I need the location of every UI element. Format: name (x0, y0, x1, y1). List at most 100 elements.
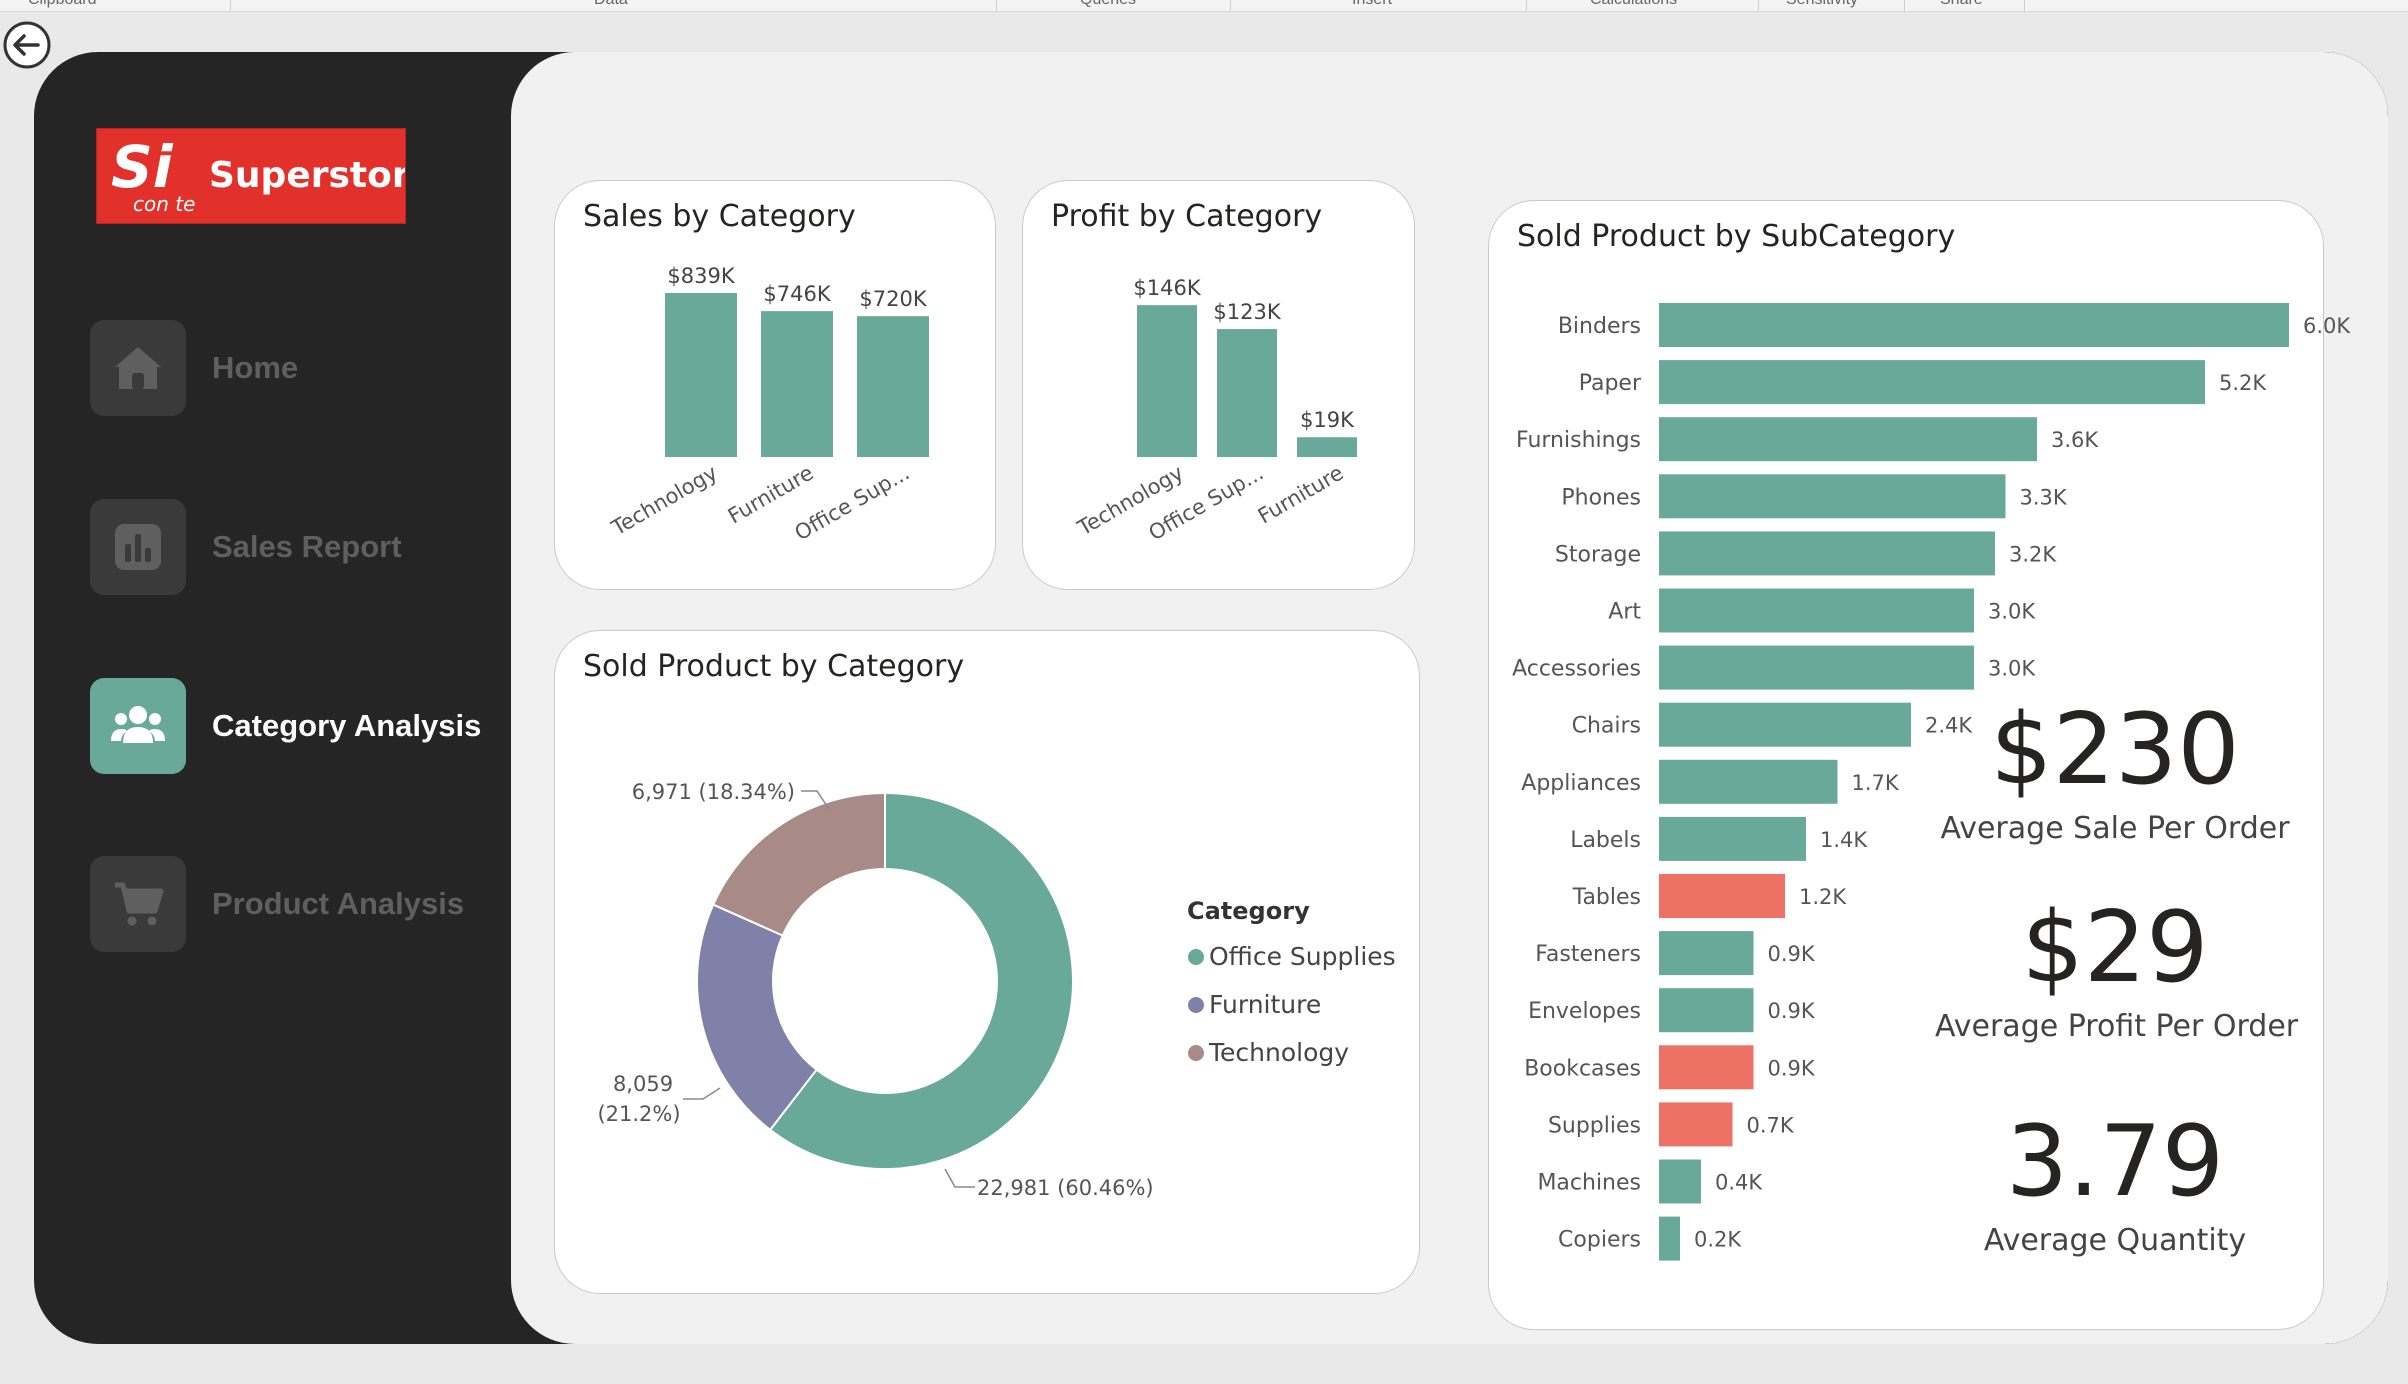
data-label: 0.9K (1768, 942, 1816, 966)
nav-item-product-analysis[interactable]: Product Analysis (90, 856, 464, 952)
category-label: Machines (1537, 1171, 1641, 1196)
legend-marker (1188, 949, 1204, 965)
ribbon-group-calculations[interactable]: Calculations (1590, 0, 1677, 9)
category-label: Accessories (1512, 657, 1641, 682)
sold-product-by-subcategory-card[interactable]: Sold Product by SubCategory Binders 6.0K P… (1488, 200, 2351, 1330)
bar (1297, 437, 1357, 457)
product-analysis-tile[interactable] (90, 856, 186, 952)
superstore-logo: Si con te Superstore (96, 128, 406, 224)
category-label: Paper (1579, 371, 1642, 396)
bar (1659, 759, 1838, 804)
back-arrow-icon[interactable] (2, 20, 52, 70)
category-label: Art (1608, 600, 1641, 625)
home-icon (115, 347, 161, 389)
data-label: 0.2K (1694, 1228, 1742, 1252)
logo-brand-name: Superstore (209, 155, 405, 196)
category-label: Furniture (1254, 461, 1348, 529)
category-label: Technology (607, 461, 722, 541)
nav-label-home: Home (212, 350, 299, 385)
slice-label: (21.2%) (597, 1102, 680, 1126)
kpi-average-sale: $230 Average Sale Per Order (1935, 695, 2295, 846)
legend-marker (1188, 997, 1204, 1013)
bar (1659, 303, 2289, 347)
cart-icon (115, 882, 164, 926)
ribbon-separator (1526, 0, 1527, 11)
data-label: 0.7K (1747, 1113, 1795, 1137)
profit-by-category-card[interactable]: Profit by Category $146K Technology $123K O… (1022, 180, 1415, 590)
report-canvas: Si con te Superstore Home Sales Report (34, 52, 2388, 1344)
category-label: Chairs (1572, 714, 1641, 739)
data-label: $123K (1213, 300, 1281, 324)
bar (1659, 588, 1974, 633)
bar-chart-icon (115, 524, 161, 570)
data-label: $19K (1300, 408, 1355, 432)
sales-by-category-chart: $839KTechnology$746KFurniture$720KOffice… (607, 264, 929, 545)
logo-tagline: con te (133, 192, 195, 216)
legend-item: Office Supplies (1209, 942, 1396, 971)
sales-report-tile[interactable] (90, 499, 186, 595)
bar (1659, 931, 1754, 976)
ribbon-group-insert[interactable]: Insert (1352, 0, 1392, 9)
ribbon-bar: Clipboard Data Queries Insert Calculatio… (0, 0, 2408, 12)
nav-item-category-analysis[interactable]: Category Analysis (90, 678, 481, 774)
category-label: Envelopes (1528, 999, 1641, 1024)
data-label: 0.9K (1768, 1056, 1816, 1080)
slice-label: 8,059 (613, 1072, 673, 1096)
legend-item: Furniture (1209, 990, 1321, 1019)
kpi-value: $230 (1990, 693, 2240, 807)
ribbon-group-sensitivity[interactable]: Sensitivity (1786, 0, 1858, 9)
sales-by-category-card[interactable]: Sales by Category $839K Technology $746K Fu… (554, 180, 996, 590)
data-label: 1.2K (1799, 885, 1847, 909)
data-label: 3.3K (2020, 485, 2068, 509)
nav-label-sales-report: Sales Report (212, 529, 402, 564)
data-label: 0.4K (1715, 1171, 1763, 1195)
kpi-average-quantity: 3.79 Average Quantity (1935, 1107, 2295, 1258)
ribbon-group-queries[interactable]: Queries (1080, 0, 1136, 9)
kpi-label: Average Quantity (1983, 1223, 2247, 1258)
legend-item: Technology (1208, 1038, 1349, 1067)
ribbon-group-data[interactable]: Data (594, 0, 628, 9)
ribbon-separator (1758, 0, 1759, 11)
nav-item-home[interactable]: Home (90, 320, 298, 416)
ribbon-group-clipboard[interactable]: Clipboard (28, 0, 96, 9)
data-label: 3.0K (1988, 600, 2036, 624)
kpi-value: 3.79 (2005, 1105, 2225, 1219)
ribbon-separator (230, 0, 231, 11)
data-label: 3.2K (2009, 542, 2057, 566)
nav-label-category-analysis: Category Analysis (212, 708, 482, 743)
bar (1659, 874, 1785, 918)
legend-title: Category (1187, 897, 1310, 925)
ribbon-separator (1904, 0, 1905, 11)
category-label: Supplies (1548, 1113, 1641, 1138)
legend-marker (1188, 1045, 1204, 1061)
nav-item-sales-report[interactable]: Sales Report (90, 499, 402, 595)
home-tile[interactable] (90, 320, 186, 416)
data-label: 6.0K (2303, 314, 2351, 338)
category-label: Bookcases (1524, 1056, 1641, 1081)
donut-slice (711, 791, 886, 937)
bar (857, 316, 929, 457)
category-analysis-tile[interactable] (90, 678, 186, 774)
kpi-average-profit: $29 Average Profit Per Order (1935, 891, 2299, 1044)
kpi-value: $29 (2021, 891, 2209, 1005)
logo-mark: Si (111, 133, 174, 201)
profit-by-category-chart: $146KTechnology$123KOffice Sup...$19KFur… (1073, 276, 1357, 545)
data-label: 0.9K (1768, 999, 1816, 1023)
bar (1659, 816, 1806, 861)
bar (1659, 1102, 1733, 1147)
kpi-label: Average Profit Per Order (1935, 1009, 2299, 1044)
sold-product-by-category-card[interactable]: Sold Product by Category 22,981 (60.46%)… (554, 630, 1420, 1294)
bar (1659, 702, 1911, 747)
category-label: Storage (1555, 542, 1641, 567)
users-icon (111, 706, 165, 743)
bar (1659, 474, 2006, 519)
ribbon-group-share[interactable]: Share (1940, 0, 1983, 9)
ribbon-separator (2024, 0, 2025, 11)
slice-label: 6,971 (18.34%) (632, 780, 795, 804)
data-label: $839K (667, 264, 735, 288)
data-label: 1.4K (1820, 828, 1868, 852)
bar (1659, 645, 1974, 690)
bar (1659, 988, 1754, 1033)
bar (1137, 305, 1197, 457)
data-label: $720K (859, 287, 927, 311)
